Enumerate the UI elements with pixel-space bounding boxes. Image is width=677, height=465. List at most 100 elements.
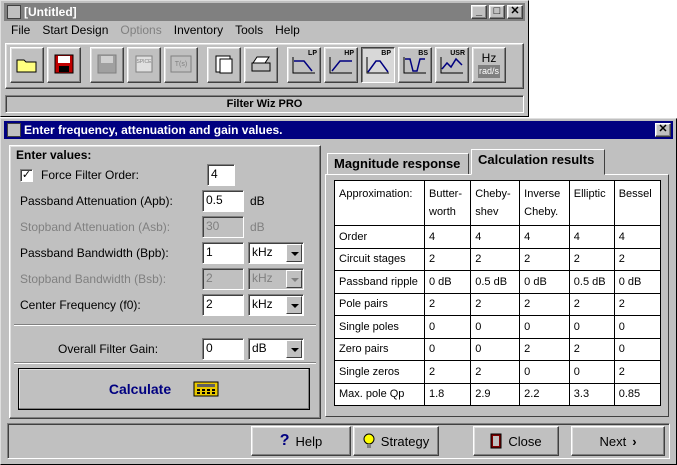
gain-unit-value: dB [252,341,267,355]
row-label: Zero pairs [334,338,425,361]
gain-row: Overall Filter Gain: 0 dB [20,338,304,360]
stopband-atten-row: Stopband Attenuation (Asb): 30 dB [20,216,265,238]
row-label: Max. pole Qp [334,383,425,406]
values-heading: Enter values: [16,148,92,162]
table-row: Order 4 4 4 4 4 [334,225,662,249]
results-table: Approximation: Butter- worth Cheby- shev In… [334,180,662,406]
values-panel: Enter values: ✓ Force Filter Order: 4 Pa… [9,145,321,419]
row-label: Order [334,225,425,249]
table-row: Single zeros 2 2 0 0 2 [334,360,662,384]
menu-item-help[interactable]: Help [269,23,306,41]
close-window-button[interactable]: ✕ [507,5,523,19]
table-cell: 4 [569,225,615,249]
chevron-down-icon[interactable] [286,340,302,358]
passband-bw-label: Passband Bandwidth (Bpb): [20,246,169,260]
dialog-icon [7,123,21,137]
strategy-button[interactable]: Strategy [353,426,439,456]
spice-icon: SPICE [134,54,154,76]
results-panel: Approximation: Butter- worth Cheby- shev In… [325,174,669,417]
print-icon [250,55,272,75]
table-header-row: Approximation: Butter- worth Cheby- shev In… [334,180,662,226]
chevron-down-icon[interactable] [286,244,302,262]
table-cell: 0 [614,338,662,361]
lowpass-tool-button[interactable]: LP [287,47,321,83]
stopband-atten-unit: dB [250,220,265,234]
minimize-button[interactable]: _ [471,5,487,19]
gain-field[interactable]: 0 [202,338,244,360]
user-filter-tool-button[interactable]: USR [435,47,469,83]
calculator-icon [193,381,219,397]
table-row: Pole pairs 2 2 2 2 2 [334,293,662,316]
table-cell: 2 [470,293,521,316]
print-tool-button[interactable] [244,47,278,83]
passband-atten-field[interactable]: 0.5 [202,190,244,212]
table-row: Zero pairs 0 0 2 2 0 [334,338,662,361]
filter-order-field[interactable]: 4 [207,164,235,186]
next-label: Next [599,433,627,449]
stopband-bw-unit-select: kHz [248,268,304,290]
center-freq-unit-select[interactable]: kHz [248,294,304,316]
stopband-atten-field: 30 [202,216,244,238]
help-button[interactable]: ? Help [251,426,351,456]
main-title-bar[interactable]: [Untitled] _ □ ✕ [4,3,525,21]
tab-magnitude-response[interactable]: Magnitude response [327,153,469,175]
close-label: Close [508,433,542,449]
row-label: Single poles [334,315,425,339]
question-icon: ? [279,432,290,449]
menu-item-file[interactable]: File [5,23,36,41]
passband-atten-unit: dB [250,194,265,208]
hz-rads-tool-button[interactable]: Hz rad/s [472,47,506,83]
table-cell: 0 dB [519,270,570,294]
table-cell: 0.85 [614,383,662,406]
table-cell: 0 [614,315,662,339]
menu-item-start-design[interactable]: Start Design [36,23,114,41]
table-cell: 2 [569,338,615,361]
table-cell: 2 [519,248,570,271]
highpass-tool-button[interactable]: HP [324,47,358,83]
tool-label: LP [308,50,317,57]
table-cell: 2 [424,360,472,384]
force-order-checkbox[interactable]: ✓ [20,168,33,182]
save-all-icon [97,54,117,76]
divider [14,324,316,326]
table-header-cell: Cheby- shev [470,180,521,226]
stopband-bw-label: Stopband Bandwidth (Bsb): [20,272,167,286]
calculate-button[interactable]: Calculate [18,368,310,410]
center-freq-field[interactable]: 2 [202,294,244,316]
app-icon[interactable] [7,5,21,19]
passband-bw-unit-select[interactable]: kHz [248,242,304,264]
row-label: Circuit stages [334,248,425,271]
bandpass-tool-button[interactable]: BP [361,47,395,83]
menu-item-options[interactable]: Options [114,23,167,41]
next-button[interactable]: Next › [571,426,665,456]
tab-calculation-results[interactable]: Calculation results [471,149,605,175]
menu-item-inventory[interactable]: Inventory [168,23,229,41]
bandstop-tool-button[interactable]: BS [398,47,432,83]
passband-atten-row: Passband Attenuation (Apb): 0.5 dB [20,190,265,212]
table-cell: 2 [424,248,472,271]
table-cell: 0 [424,338,472,361]
transfer-function-tool-button[interactable]: T(s) [164,47,198,83]
spice-tool-button[interactable]: SPICE [127,47,161,83]
open-tool-button[interactable] [10,47,44,83]
table-cell: 0 [424,315,472,339]
save-all-tool-button[interactable] [90,47,124,83]
passband-bw-field[interactable]: 1 [202,242,244,264]
table-cell: 0 dB [614,270,662,294]
maximize-button[interactable]: □ [489,5,505,19]
copy-clipboard-tool-button[interactable] [207,47,241,83]
dialog-title-bar[interactable]: Enter frequency, attenuation and gain va… [4,121,673,139]
table-row: Max. pole Qp 1.8 2.9 2.2 3.3 0.85 [334,383,662,406]
force-order-label: Force Filter Order: [41,168,140,182]
gain-unit-select[interactable]: dB [248,338,304,360]
close-button[interactable]: Close [473,426,559,456]
stopband-bw-row: Stopband Bandwidth (Bsb): 2 kHz [20,268,304,290]
table-header-cell: Butter- worth [424,180,472,226]
table-cell: 2 [470,248,521,271]
table-cell: 4 [424,225,472,249]
chevron-down-icon[interactable] [286,296,302,314]
dialog-close-button[interactable]: ✕ [655,123,671,137]
row-label: Single zeros [334,360,425,384]
save-tool-button[interactable] [47,47,81,83]
menu-item-tools[interactable]: Tools [229,23,269,41]
